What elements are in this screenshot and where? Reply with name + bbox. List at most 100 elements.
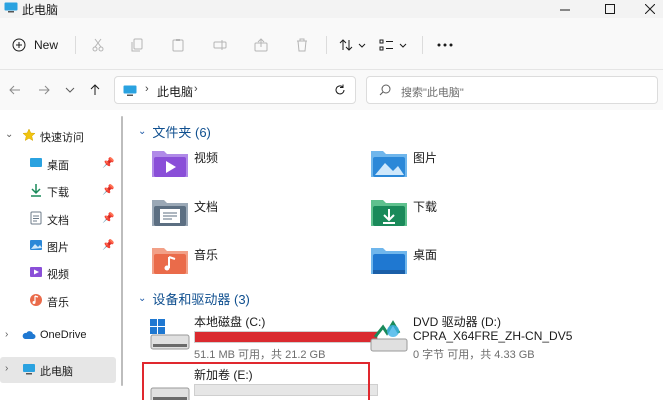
- document-folder-icon: [152, 200, 188, 226]
- video-icon: [30, 267, 42, 277]
- sidebar-item-music[interactable]: 音乐: [0, 288, 116, 314]
- separator: [422, 36, 423, 54]
- picture-folder-icon: [371, 151, 407, 177]
- desktop-folder-icon: [371, 248, 407, 274]
- new-button[interactable]: New: [12, 34, 58, 56]
- dvd-drive-icon: [370, 320, 408, 352]
- section-header-folders[interactable]: ⌄ 文件夹 (6): [138, 121, 211, 141]
- collapse-chevron-icon: ⌄: [138, 125, 147, 137]
- folder-tile-downloads[interactable]: 下载: [369, 190, 579, 234]
- view-button[interactable]: [376, 34, 412, 56]
- sidebar-item-this-pc[interactable]: › 此电脑: [0, 357, 116, 383]
- sort-icon: [339, 39, 366, 51]
- sidebar-item-quick-access[interactable]: ⌄ 快速访问: [0, 123, 116, 149]
- sidebar-item-label: 图片: [47, 242, 69, 254]
- address-bar[interactable]: › 此电脑 ›: [114, 76, 421, 104]
- pin-icon: 📌: [102, 185, 115, 196]
- folder-tile-desktop[interactable]: 桌面: [369, 238, 579, 282]
- paste-button[interactable]: [166, 34, 190, 56]
- download-icon: [31, 184, 41, 197]
- close-button[interactable]: [628, 0, 663, 18]
- star-icon: [22, 128, 36, 142]
- search-placeholder: 搜索"此电脑": [401, 87, 464, 99]
- sidebar-item-label: OneDrive: [40, 329, 87, 341]
- video-folder-icon: [152, 151, 188, 177]
- sidebar-item-documents[interactable]: 文档 📌: [0, 206, 116, 232]
- pc-icon: [4, 2, 18, 13]
- minimize-button[interactable]: [543, 0, 587, 18]
- rename-icon: [213, 40, 227, 50]
- more-button[interactable]: [433, 34, 457, 56]
- expand-chevron-icon[interactable]: ›: [5, 363, 8, 374]
- expand-chevron-icon[interactable]: ›: [5, 329, 8, 340]
- section-header-devices[interactable]: ⌄ 设备和驱动器 (3): [138, 288, 250, 308]
- arrow-right-icon: [39, 85, 50, 95]
- pin-icon: 📌: [102, 158, 115, 169]
- expand-chevron-icon[interactable]: ⌄: [5, 129, 13, 140]
- folder-name: 视频: [194, 151, 219, 165]
- sidebar-item-videos[interactable]: 视频: [0, 260, 116, 286]
- arrow-up-icon: [90, 84, 100, 95]
- folder-tile-videos[interactable]: 视频: [150, 141, 360, 185]
- pc-icon: [23, 364, 35, 375]
- sidebar-scrollbar[interactable]: [120, 110, 124, 400]
- navigation-bar: › 此电脑 › 搜索"此电脑": [0, 70, 663, 110]
- picture-icon: [30, 240, 42, 250]
- title-bar: 此电脑: [0, 0, 663, 18]
- folder-name: 下载: [413, 200, 438, 214]
- drive-tile-d[interactable]: DVD 驱动器 (D:) CPRA_X64FRE_ZH-CN_DV5 0 字节 …: [369, 313, 591, 365]
- search-box[interactable]: 搜索"此电脑": [366, 76, 658, 104]
- copy-icon: [131, 38, 143, 52]
- sidebar-item-onedrive[interactable]: › OneDrive: [0, 323, 116, 349]
- refresh-icon: [335, 84, 345, 95]
- sidebar-item-downloads[interactable]: 下载 📌: [0, 178, 116, 204]
- search-icon: [379, 84, 391, 96]
- sidebar-item-label: 下载: [47, 187, 69, 199]
- download-folder-icon: [371, 200, 407, 226]
- folder-tile-pictures[interactable]: 图片: [369, 141, 579, 185]
- folder-tile-music[interactable]: 音乐: [150, 238, 360, 282]
- up-button[interactable]: [85, 80, 105, 100]
- rename-button[interactable]: [208, 34, 232, 56]
- music-icon: [30, 294, 42, 306]
- maximize-button[interactable]: [588, 0, 632, 18]
- chevron-down-icon: [65, 87, 75, 93]
- sidebar-item-label: 桌面: [47, 160, 69, 172]
- breadcrumb-separator: ›: [194, 83, 198, 95]
- share-button[interactable]: [249, 34, 273, 56]
- sidebar-item-label: 快速访问: [40, 132, 84, 144]
- folder-name: 图片: [413, 151, 438, 165]
- refresh-button[interactable]: [330, 80, 350, 100]
- delete-button[interactable]: [290, 34, 314, 56]
- pin-icon: 📌: [102, 240, 115, 251]
- share-icon: [254, 38, 268, 52]
- desktop-icon: [30, 158, 42, 167]
- recent-locations-button[interactable]: [60, 80, 80, 100]
- drive-tile-c[interactable]: 本地磁盘 (C:) 51.1 MB 可用，共 21.2 GB: [150, 313, 378, 365]
- section-title: 文件夹 (6): [152, 124, 211, 140]
- sidebar-item-label: 音乐: [47, 297, 69, 309]
- more-icon: [437, 43, 453, 47]
- cut-button[interactable]: [86, 34, 110, 56]
- folder-tile-documents[interactable]: 文档: [150, 190, 360, 234]
- breadcrumb[interactable]: 此电脑: [157, 83, 193, 100]
- sidebar-item-pictures[interactable]: 图片 📌: [0, 233, 116, 259]
- content-pane: ⌄ 文件夹 (6) 视频 图片 文档 下载 音乐 桌面 ⌄ 设备和驱动器 (3)…: [126, 110, 663, 400]
- back-button[interactable]: [5, 80, 25, 100]
- navigation-pane: ⌄ 快速访问 桌面 📌 下载 📌 文档 📌 图片 📌 视频 音乐 › OneDr…: [0, 110, 120, 400]
- window-title: 此电脑: [22, 3, 59, 17]
- forward-button[interactable]: [34, 80, 54, 100]
- pin-icon: 📌: [102, 213, 115, 224]
- pc-icon: [123, 85, 137, 96]
- drive-space-info: 51.1 MB 可用，共 21.2 GB: [194, 349, 326, 361]
- sort-button[interactable]: [336, 34, 370, 56]
- highlight-box: [142, 362, 370, 400]
- sidebar-item-label: 此电脑: [40, 366, 73, 378]
- arrow-left-icon: [9, 85, 20, 95]
- scrollbar-thumb[interactable]: [121, 116, 123, 386]
- sidebar-item-desktop[interactable]: 桌面 📌: [0, 151, 116, 177]
- view-icon: [379, 39, 407, 51]
- copy-button[interactable]: [126, 34, 150, 56]
- separator: [326, 36, 327, 54]
- folder-name: 音乐: [194, 248, 219, 262]
